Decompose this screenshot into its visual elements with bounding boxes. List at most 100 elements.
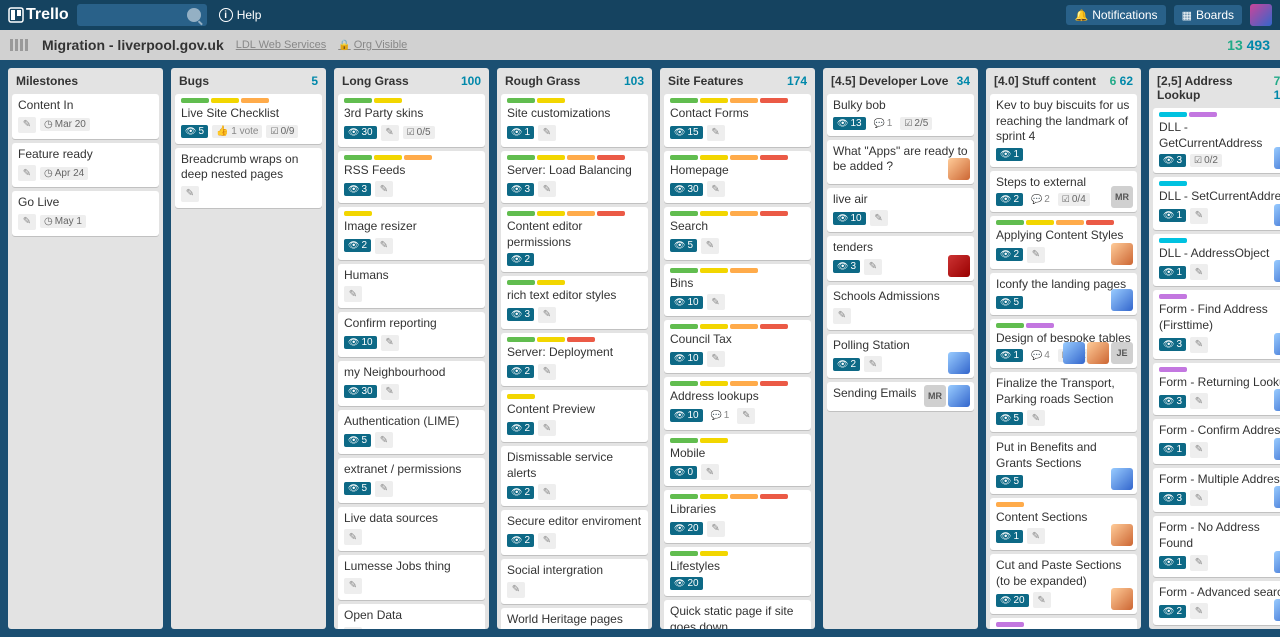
list-header[interactable]: Rough Grass103 — [497, 68, 652, 94]
card[interactable]: Image resizer 2 — [338, 207, 485, 260]
card[interactable]: Lifestyles 20 — [664, 547, 811, 597]
help-link[interactable]: i Help — [219, 8, 262, 22]
card[interactable]: Live Site Checklist 5👍 1 vote 0/9 — [175, 94, 322, 144]
board-canvas[interactable]: MilestonesContent In Mar 20Feature ready… — [0, 60, 1280, 637]
member-avatar[interactable] — [1274, 389, 1280, 411]
card[interactable]: Humans — [338, 264, 485, 309]
card[interactable]: Breadcrumb wraps on deep nested pages — [175, 148, 322, 208]
card[interactable]: Content editor permissions 2 — [501, 207, 648, 272]
board-name[interactable]: Migration - liverpool.gov.uk — [42, 37, 224, 53]
card[interactable]: Search 5 — [664, 207, 811, 260]
member-avatar[interactable] — [1087, 342, 1109, 364]
card[interactable]: Kev to buy biscuits for us reaching the … — [990, 94, 1137, 167]
card[interactable]: extranet / permissions 5 — [338, 458, 485, 503]
card[interactable]: DLL - AddressObject 1 — [1153, 234, 1280, 287]
card[interactable]: Address lookups 10 1 — [664, 377, 811, 430]
card[interactable]: Feature ready Apr 24 — [12, 143, 159, 188]
member-avatar[interactable] — [1274, 260, 1280, 282]
card[interactable]: Authentication (LIME) 5 — [338, 410, 485, 455]
card[interactable]: Server: Deployment 2 — [501, 333, 648, 386]
card[interactable]: Sending EmailsMR — [827, 382, 974, 411]
card[interactable]: Secure editor enviroment 2 — [501, 510, 648, 555]
card[interactable]: 3rd Party skins 30 0/5 — [338, 94, 485, 147]
member-avatar[interactable] — [948, 158, 970, 180]
member-avatar[interactable] — [1274, 599, 1280, 621]
card[interactable]: my Neighbourhood 30 — [338, 361, 485, 406]
card[interactable]: Quick static page if site goes down 1 — [664, 600, 811, 629]
member-avatar[interactable]: MR — [924, 385, 946, 407]
user-avatar[interactable] — [1250, 4, 1272, 26]
member-avatar[interactable]: MR — [1111, 186, 1133, 208]
list-header[interactable]: [2,5] Address Lookup7 15 — [1149, 68, 1280, 108]
board-org[interactable]: LDL Web Services — [236, 39, 326, 51]
member-avatar[interactable] — [948, 385, 970, 407]
card[interactable]: RSS Feeds 3 — [338, 151, 485, 204]
card[interactable]: rich text editor styles 3 — [501, 276, 648, 329]
member-avatar[interactable] — [1111, 243, 1133, 265]
list-header[interactable]: Bugs5 — [171, 68, 326, 94]
card[interactable]: Finalize the Transport, Parking roads Se… — [990, 372, 1137, 432]
card[interactable]: Form - Advanced search 2 — [1153, 581, 1280, 626]
member-avatar[interactable] — [1111, 289, 1133, 311]
card[interactable]: Open Data — [338, 604, 485, 629]
member-avatar[interactable]: JE — [1111, 342, 1133, 364]
member-avatar[interactable] — [1274, 204, 1280, 226]
list-header[interactable]: [4.0] Stuff content6 62 — [986, 68, 1141, 94]
list-header[interactable]: [4.5] Developer Love34 — [823, 68, 978, 94]
search-box[interactable] — [77, 4, 207, 26]
board-visibility[interactable]: 🔒Org Visible — [338, 39, 407, 51]
card[interactable]: Content In Mar 20 — [12, 94, 159, 139]
card[interactable]: Live data sources — [338, 507, 485, 552]
card[interactable]: DLL - GetCurrentAddress 3 0/2 — [1153, 108, 1280, 173]
card[interactable]: World Heritage pages 20 — [501, 608, 648, 629]
card[interactable]: Design of bespoke tables 1 4 0/2JE — [990, 319, 1137, 369]
card[interactable]: Applying Content Styles 2 — [990, 216, 1137, 269]
list-header[interactable]: Site Features174 — [660, 68, 815, 94]
card[interactable]: Bulky bob 13 1 2/5 — [827, 94, 974, 136]
card[interactable]: Cut and Paste Sections (to be expanded) … — [990, 554, 1137, 614]
card[interactable]: Mobile 0 — [664, 434, 811, 487]
card[interactable]: Form - Confirm Address 1 — [1153, 419, 1280, 464]
card[interactable]: Libraries 20 — [664, 490, 811, 543]
card[interactable]: Contact Forms 15 — [664, 94, 811, 147]
list-header[interactable]: Long Grass100 — [334, 68, 489, 94]
card[interactable]: Lumesse Jobs thing — [338, 555, 485, 600]
card[interactable]: Content Preview 2 — [501, 390, 648, 443]
card[interactable]: Steps to external 2 2 0/4MR — [990, 171, 1137, 213]
member-avatar[interactable] — [1274, 333, 1280, 355]
member-avatar[interactable] — [1111, 588, 1133, 610]
card[interactable]: Content Sections 1 — [990, 498, 1137, 551]
card[interactable]: What "Apps" are ready to be added ? — [827, 140, 974, 184]
card[interactable]: Go Live May 1 — [12, 191, 159, 236]
trello-logo[interactable]: Trello — [8, 6, 69, 24]
search-input[interactable] — [83, 8, 187, 23]
card[interactable]: Bins 10 — [664, 264, 811, 317]
card[interactable]: Social intergration — [501, 559, 648, 604]
card[interactable]: Form - Multiple Address 3 — [1153, 468, 1280, 513]
member-avatar[interactable] — [1274, 486, 1280, 508]
card[interactable]: Form - Returning Lookup 3 — [1153, 363, 1280, 416]
member-avatar[interactable] — [948, 255, 970, 277]
card[interactable]: Confirm reporting 10 — [338, 312, 485, 357]
card[interactable]: Form - No Address Found 1 — [1153, 516, 1280, 576]
member-avatar[interactable] — [1274, 551, 1280, 573]
list-header[interactable]: Milestones — [8, 68, 163, 94]
card[interactable]: Site customizations 1 — [501, 94, 648, 147]
boards-button[interactable]: Boards — [1174, 5, 1242, 25]
member-avatar[interactable] — [1063, 342, 1085, 364]
member-avatar[interactable] — [1274, 438, 1280, 460]
card[interactable]: Schools Admissions — [827, 285, 974, 330]
notifications-button[interactable]: Notifications — [1066, 5, 1165, 25]
card[interactable]: Homepage 30 — [664, 151, 811, 204]
card[interactable]: tenders 3 — [827, 236, 974, 281]
card[interactable]: Polling Station 2 — [827, 334, 974, 379]
card[interactable]: Server: Load Balancing 3 — [501, 151, 648, 204]
card[interactable]: Homepage Alerts 1 0/1 — [990, 618, 1137, 629]
card[interactable]: Dismissable service alerts 2 — [501, 446, 648, 506]
card[interactable]: Form - Find Address (Firsttime) 3 — [1153, 290, 1280, 358]
card[interactable]: Put in Benefits and Grants Sections 5 — [990, 436, 1137, 493]
member-avatar[interactable] — [1111, 524, 1133, 546]
card[interactable]: Council Tax 10 — [664, 320, 811, 373]
card[interactable]: DLL - SetCurrentAddress 1 — [1153, 177, 1280, 230]
member-avatar[interactable] — [1274, 147, 1280, 169]
